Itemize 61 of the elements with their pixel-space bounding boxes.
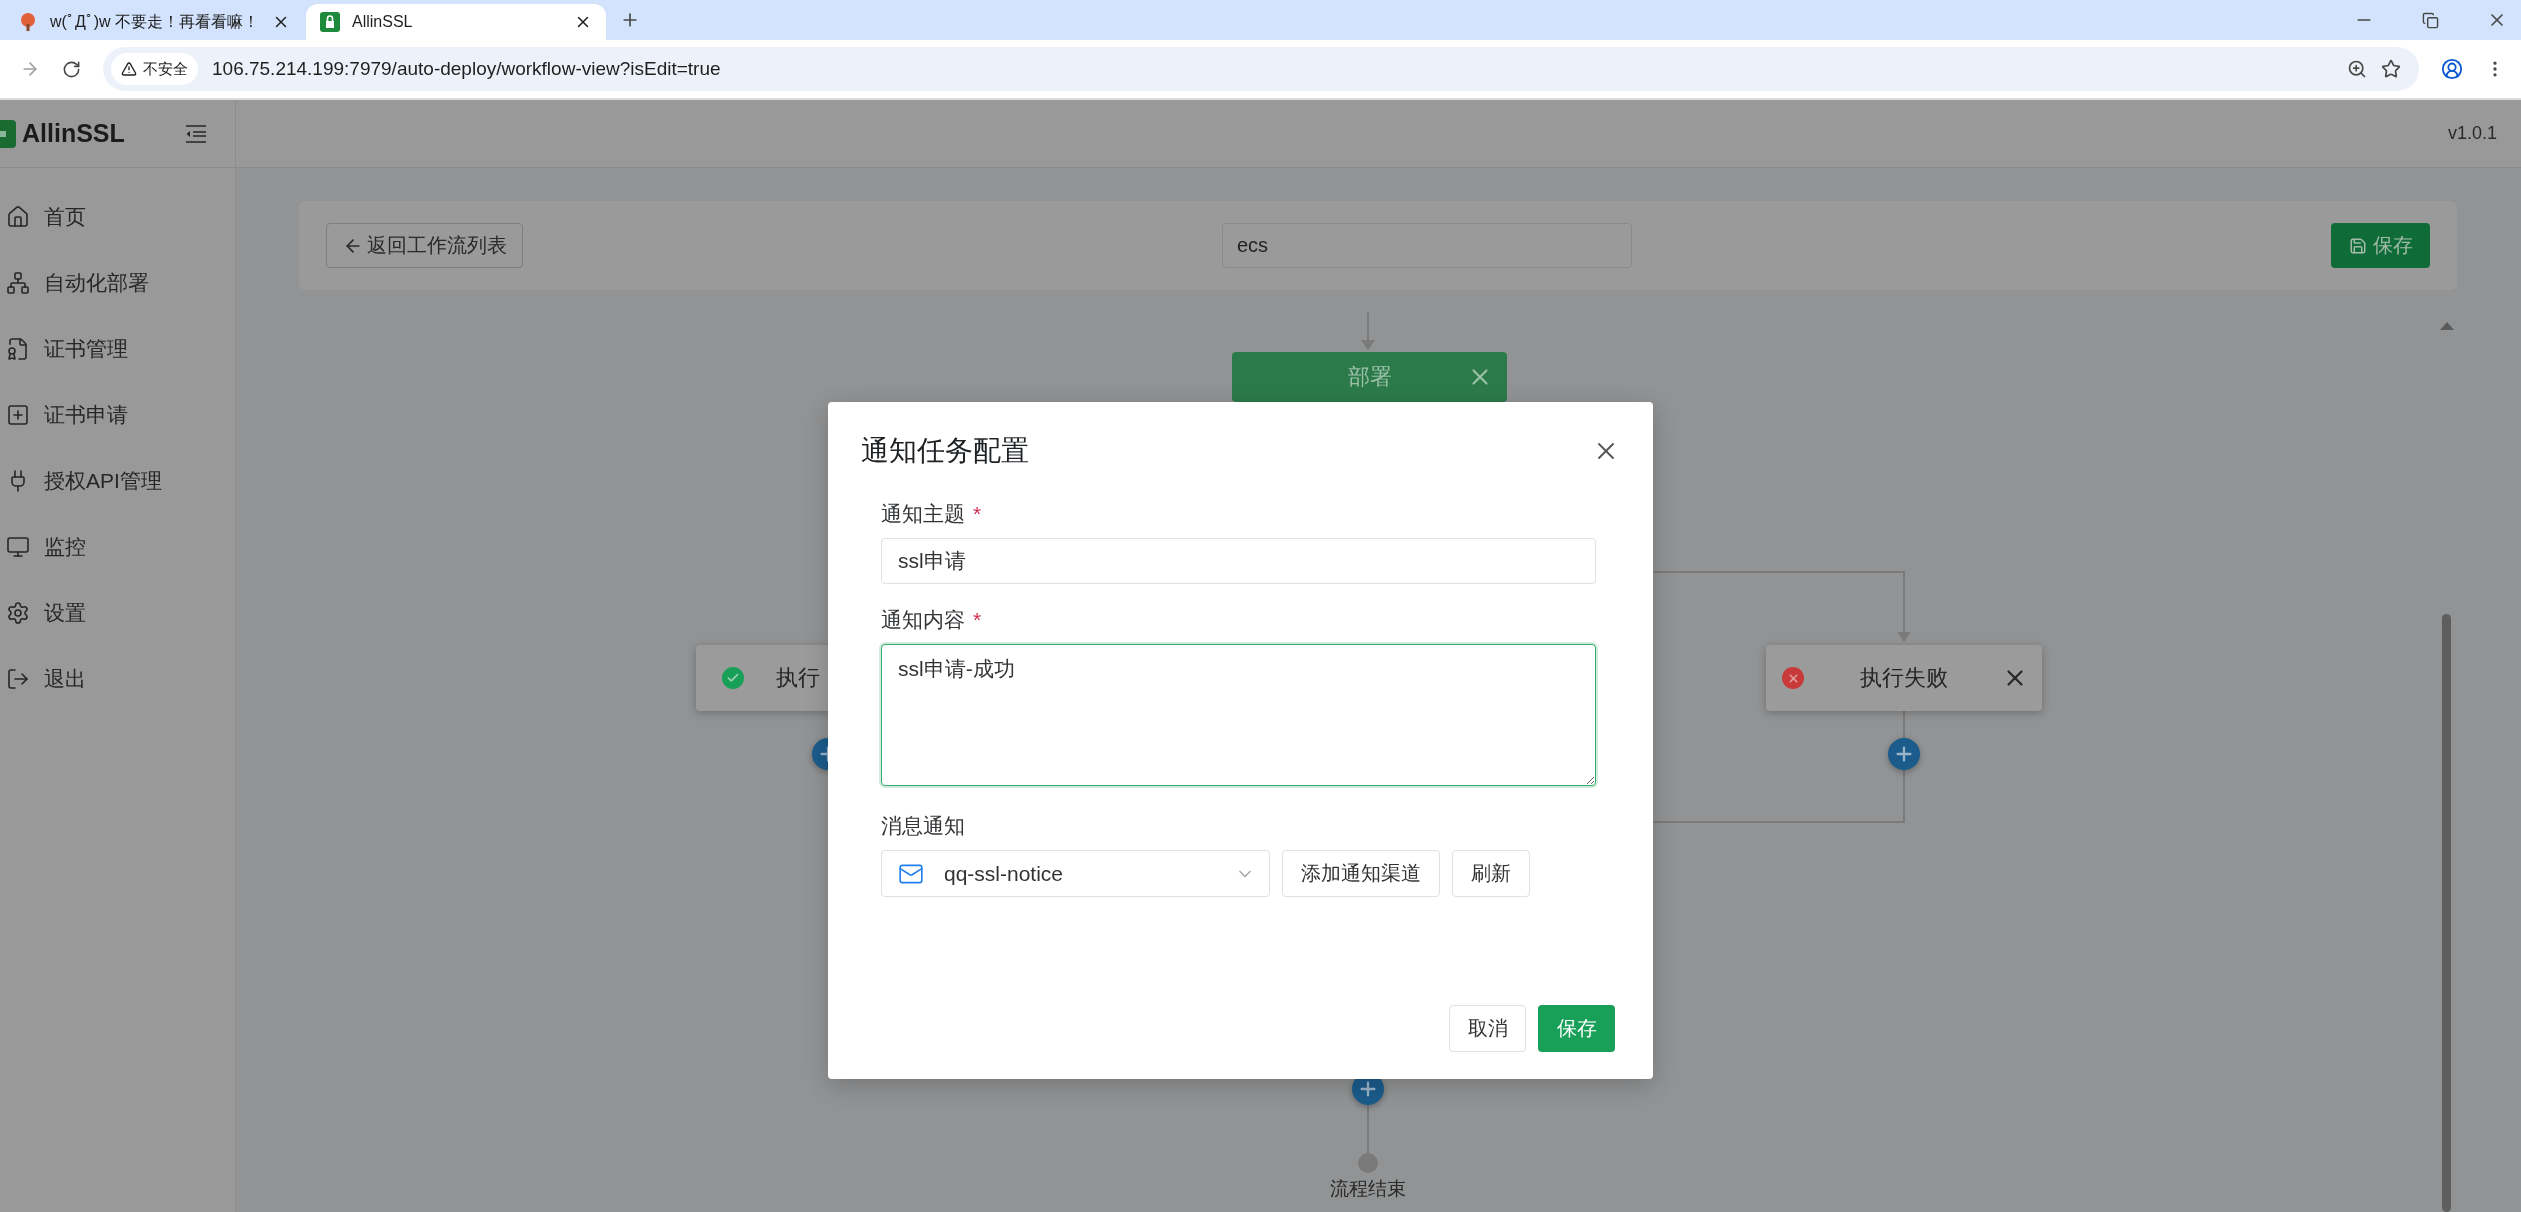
browser-tab[interactable]: w(ﾟДﾟ)w 不要走！再看看嘛！ (4, 4, 304, 40)
add-node-button[interactable] (1888, 738, 1920, 770)
save-icon (2348, 236, 2367, 255)
settings-icon (6, 601, 30, 625)
error-icon (1782, 667, 1804, 689)
back-button[interactable]: 返回工作流列表 (326, 223, 523, 268)
network-icon (6, 271, 30, 295)
connector-arrow (1361, 311, 1375, 350)
zoom-icon[interactable] (2347, 59, 2367, 79)
sidebar-item[interactable]: 证书管理 (0, 316, 235, 382)
sidebar-item[interactable]: 监控 (0, 514, 235, 580)
version-label: v1.0.1 (2447, 123, 2497, 144)
sidebar-item[interactable]: 退出 (0, 646, 235, 712)
sidebar-item[interactable]: 自动化部署 (0, 250, 235, 316)
field-label: 通知内容 * (881, 607, 983, 633)
field-label: 消息通知 (881, 813, 966, 839)
address-bar[interactable]: 不安全 106.75.214.199:7979/auto-deploy/workflow-view?isEdit=true (103, 47, 2419, 91)
channel-button[interactable]: 添加通知渠道 (1282, 850, 1440, 897)
collapse-icon[interactable] (185, 124, 207, 143)
security-chip[interactable]: 不安全 (111, 53, 198, 85)
restore-icon[interactable] (2422, 11, 2439, 29)
logout-icon (6, 667, 30, 691)
dialog-title: 通知任务配置 (861, 434, 1029, 468)
subject-field[interactable]: ssl申请 (881, 538, 1596, 584)
sidebar-item[interactable]: 首页 (0, 184, 235, 250)
content-field[interactable]: ssl申请-成功 (881, 644, 1596, 786)
node-label: 执行失败 (1860, 664, 1948, 692)
logo-icon (0, 119, 16, 148)
cancel-button[interactable]: 取消 (1449, 1005, 1526, 1052)
home-icon (6, 205, 30, 229)
end-dot (1358, 1153, 1378, 1173)
reload-icon[interactable] (62, 59, 81, 79)
workflow-name-field[interactable]: ecs (1222, 223, 1632, 268)
sidebar-item[interactable]: 证书申请 (0, 382, 235, 448)
tab-title: AllinSSL (352, 13, 414, 31)
sidebar-item[interactable]: 设置 (0, 580, 235, 646)
monitor-icon (6, 535, 30, 559)
tab-title: w(ﾟДﾟ)w 不要走！再看看嘛！ (50, 11, 260, 32)
end-label: 流程结束 (1330, 1177, 1406, 1201)
lock-icon (320, 12, 340, 32)
brand-name: AllinSSL (22, 119, 125, 148)
warning-icon (121, 61, 137, 77)
save-button[interactable]: 保存 (1538, 1005, 1615, 1052)
node-label: 部署 (1347, 363, 1392, 391)
star-icon[interactable] (2381, 59, 2401, 79)
connector-arrow (1897, 572, 1911, 642)
plus-square-icon (6, 403, 30, 427)
browser-tab[interactable]: AllinSSL (306, 4, 606, 40)
url-text: 106.75.214.199:7979/auto-deploy/workflow-view?isEdit=true (212, 58, 722, 80)
branch-node[interactable]: 执行失败 (1766, 645, 2042, 711)
certificate-icon (6, 337, 30, 361)
field-label: 通知主题 * (881, 501, 983, 527)
profile-icon[interactable] (2441, 58, 2463, 80)
channel-select[interactable]: qq-ssl-notice (881, 850, 1270, 897)
save-button[interactable]: 保存 (2331, 223, 2430, 268)
tree-icon (18, 12, 38, 32)
scrollbar[interactable] (2442, 614, 2451, 1212)
channel-button[interactable]: 刷新 (1452, 850, 1530, 897)
node-label: 执行 (776, 664, 820, 692)
check-icon (722, 667, 744, 689)
sidebar-item[interactable]: 授权API管理 (0, 448, 235, 514)
